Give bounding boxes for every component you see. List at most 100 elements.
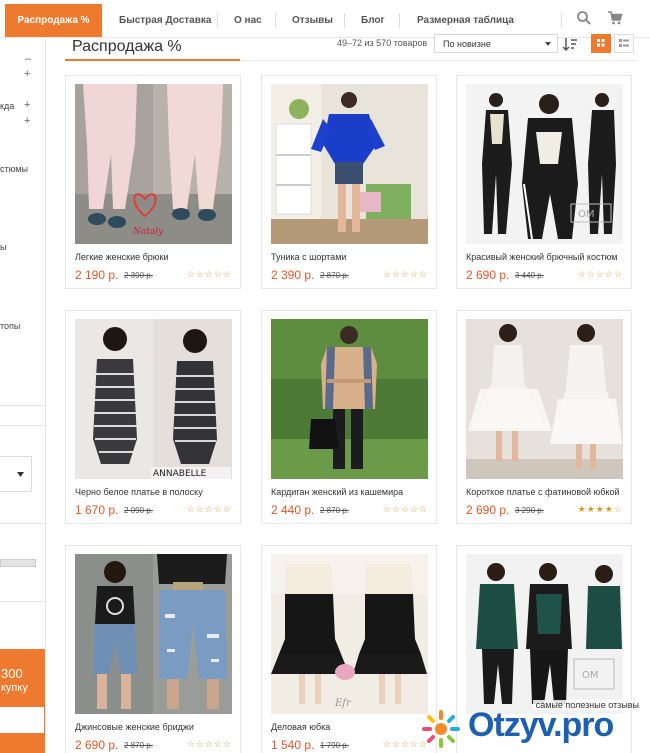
title-underline [65,59,240,61]
product-photo[interactable]: ОМ [466,84,623,244]
nav-item-reviews[interactable]: Отзывы [292,4,333,37]
product-photo[interactable]: ОМ [466,554,623,714]
sort-select-value: По новизне [443,39,491,49]
nav-item-size-chart[interactable]: Размерная таблица [417,4,514,37]
product-name[interactable]: Черно белое платье в полоску [75,487,203,497]
product-price: 1 670 р. [75,503,119,517]
list-view-icon [619,39,629,47]
product-photo[interactable] [75,554,232,714]
promo-input[interactable] [0,707,44,733]
product-old-price: 2 090 р. [124,506,153,515]
product-old-price: 1 790 р. [320,741,349,750]
product-card[interactable]: Efr Деловая юбка 1 540 р. 1 790 р. ☆☆☆☆☆ [261,545,437,753]
product-price: 1 540 р. [271,738,315,752]
expand-icon[interactable]: + [24,115,30,127]
price-range-slider[interactable] [0,559,36,567]
nav-divider [275,13,276,28]
product-name[interactable]: Туника с шортами [271,252,346,262]
sidebar-divider [0,405,45,406]
nav-item-about[interactable]: О нас [234,4,262,37]
product-card[interactable]: Кардиган женский из кашемира 2 440 р. 2 … [261,310,437,524]
top-navigation: Распродажа % Быстрая Доставка О нас Отзы… [0,0,650,38]
sidebar-divider [0,523,45,524]
nav-item-fast-delivery[interactable]: Быстрая Доставка [119,4,211,37]
product-photo[interactable] [271,84,428,244]
svg-text:ОМ: ОМ [582,670,599,681]
nav-divider [344,13,345,28]
header-divider [240,60,637,61]
rating-stars: ★★★★☆ [577,504,623,514]
product-card[interactable]: ОМ Красивый женский брючный костюм 2 690… [456,75,632,289]
search-icon[interactable] [576,10,592,26]
photo-brand-label: Nataly [132,227,164,237]
promo-amount: 300 [1,666,23,681]
product-name[interactable]: Короткое платье с фатиновой юбкой [466,487,620,497]
product-old-price: 3 290 р. [515,506,544,515]
product-price: 2 690 р. [75,738,119,752]
product-price: 2 190 р. [75,268,119,282]
expand-icon[interactable]: + [24,99,30,111]
rating-stars: ☆☆☆☆☆ [186,269,232,279]
product-card[interactable]: Джинсовые женские бриджи 2 690 р. 2 870 … [65,545,241,753]
product-price: 2 390 р. [271,268,315,282]
product-old-price: 2 870 р. [124,741,153,750]
rating-stars: ☆☆☆☆☆ [382,504,428,514]
expand-icon[interactable]: + [24,68,30,80]
product-photo[interactable]: Nataly [75,84,232,244]
nav-divider [561,13,562,28]
sidebar-divider [0,425,45,426]
product-name[interactable]: Кардиган женский из кашемира [271,487,403,497]
sidebar-category-label[interactable]: ы [0,242,6,252]
product-photo[interactable] [466,319,623,479]
product-name[interactable]: Джинсовые женские бриджи [75,722,194,732]
nav-divider [399,13,400,28]
svg-text:ОМ: ОМ [578,209,595,220]
collapse-icon[interactable]: – [25,53,31,65]
sort-select[interactable]: По новизне [434,34,558,53]
product-old-price: 3 440 р. [515,271,544,280]
photo-brand-label: Efr [334,698,352,709]
nav-item-sale[interactable]: Распродажа % [5,4,102,37]
product-card[interactable]: Туника с шортами 2 390 р. 2 870 р. ☆☆☆☆☆ [261,75,437,289]
list-view-button[interactable] [614,34,634,53]
sidebar-category-label[interactable]: кда [0,101,14,111]
rating-stars: ☆☆☆☆☆ [186,504,232,514]
filter-sidebar: – + кда + + стюмы ы топы 300 купку [0,38,46,753]
product-old-price: 2 870 р. [320,271,349,280]
product-price: 2 690 р. [466,503,510,517]
sidebar-filter-select[interactable] [0,456,32,492]
product-name[interactable]: Легкие женские брюки [75,252,169,262]
grid-view-button[interactable] [591,34,611,53]
rating-stars: ☆☆☆☆☆ [577,269,623,279]
product-card[interactable]: Короткое платье с фатиновой юбкой 2 690 … [456,310,632,524]
product-photo[interactable] [271,319,428,479]
sidebar-category-label[interactable]: стюмы [0,164,28,174]
product-photo[interactable]: Efr [271,554,428,714]
chevron-down-icon [17,472,24,477]
grid-view-icon [597,39,605,47]
sidebar-category-label[interactable]: топы [0,321,20,331]
nav-divider [217,13,218,28]
cart-icon[interactable] [607,10,623,26]
rating-stars: ☆☆☆☆☆ [186,739,232,749]
product-price: 2 440 р. [271,503,315,517]
otzyv-logo-icon [422,710,460,748]
product-name[interactable]: Красивый женский брючный костюм [466,252,617,262]
product-card[interactable]: Nataly Легкие женские брюки 2 190 р. 2 3… [65,75,241,289]
product-price: 2 690 р. [466,268,510,282]
photo-brand-label: ANNABELLE [153,469,207,479]
sort-direction-icon[interactable] [561,35,579,53]
product-count: 49–72 из 570 товаров [337,38,428,48]
page-title: Распродажа % [72,38,182,55]
product-old-price: 2 390 р. [124,271,153,280]
promo-text: купку [1,682,28,694]
product-name[interactable]: Деловая юбка [271,722,330,732]
promo-banner[interactable]: 300 купку [0,649,45,753]
chevron-down-icon [545,42,551,46]
product-card[interactable]: ANNABELLE Черно белое платье в полоску 1… [65,310,241,524]
product-photo[interactable]: ANNABELLE [75,319,232,479]
watermark: самые полезные отзывы Otzyv.pro [418,700,650,753]
product-old-price: 2 870 р. [320,506,349,515]
nav-item-blog[interactable]: Блог [361,4,385,37]
sidebar-divider [0,601,45,602]
